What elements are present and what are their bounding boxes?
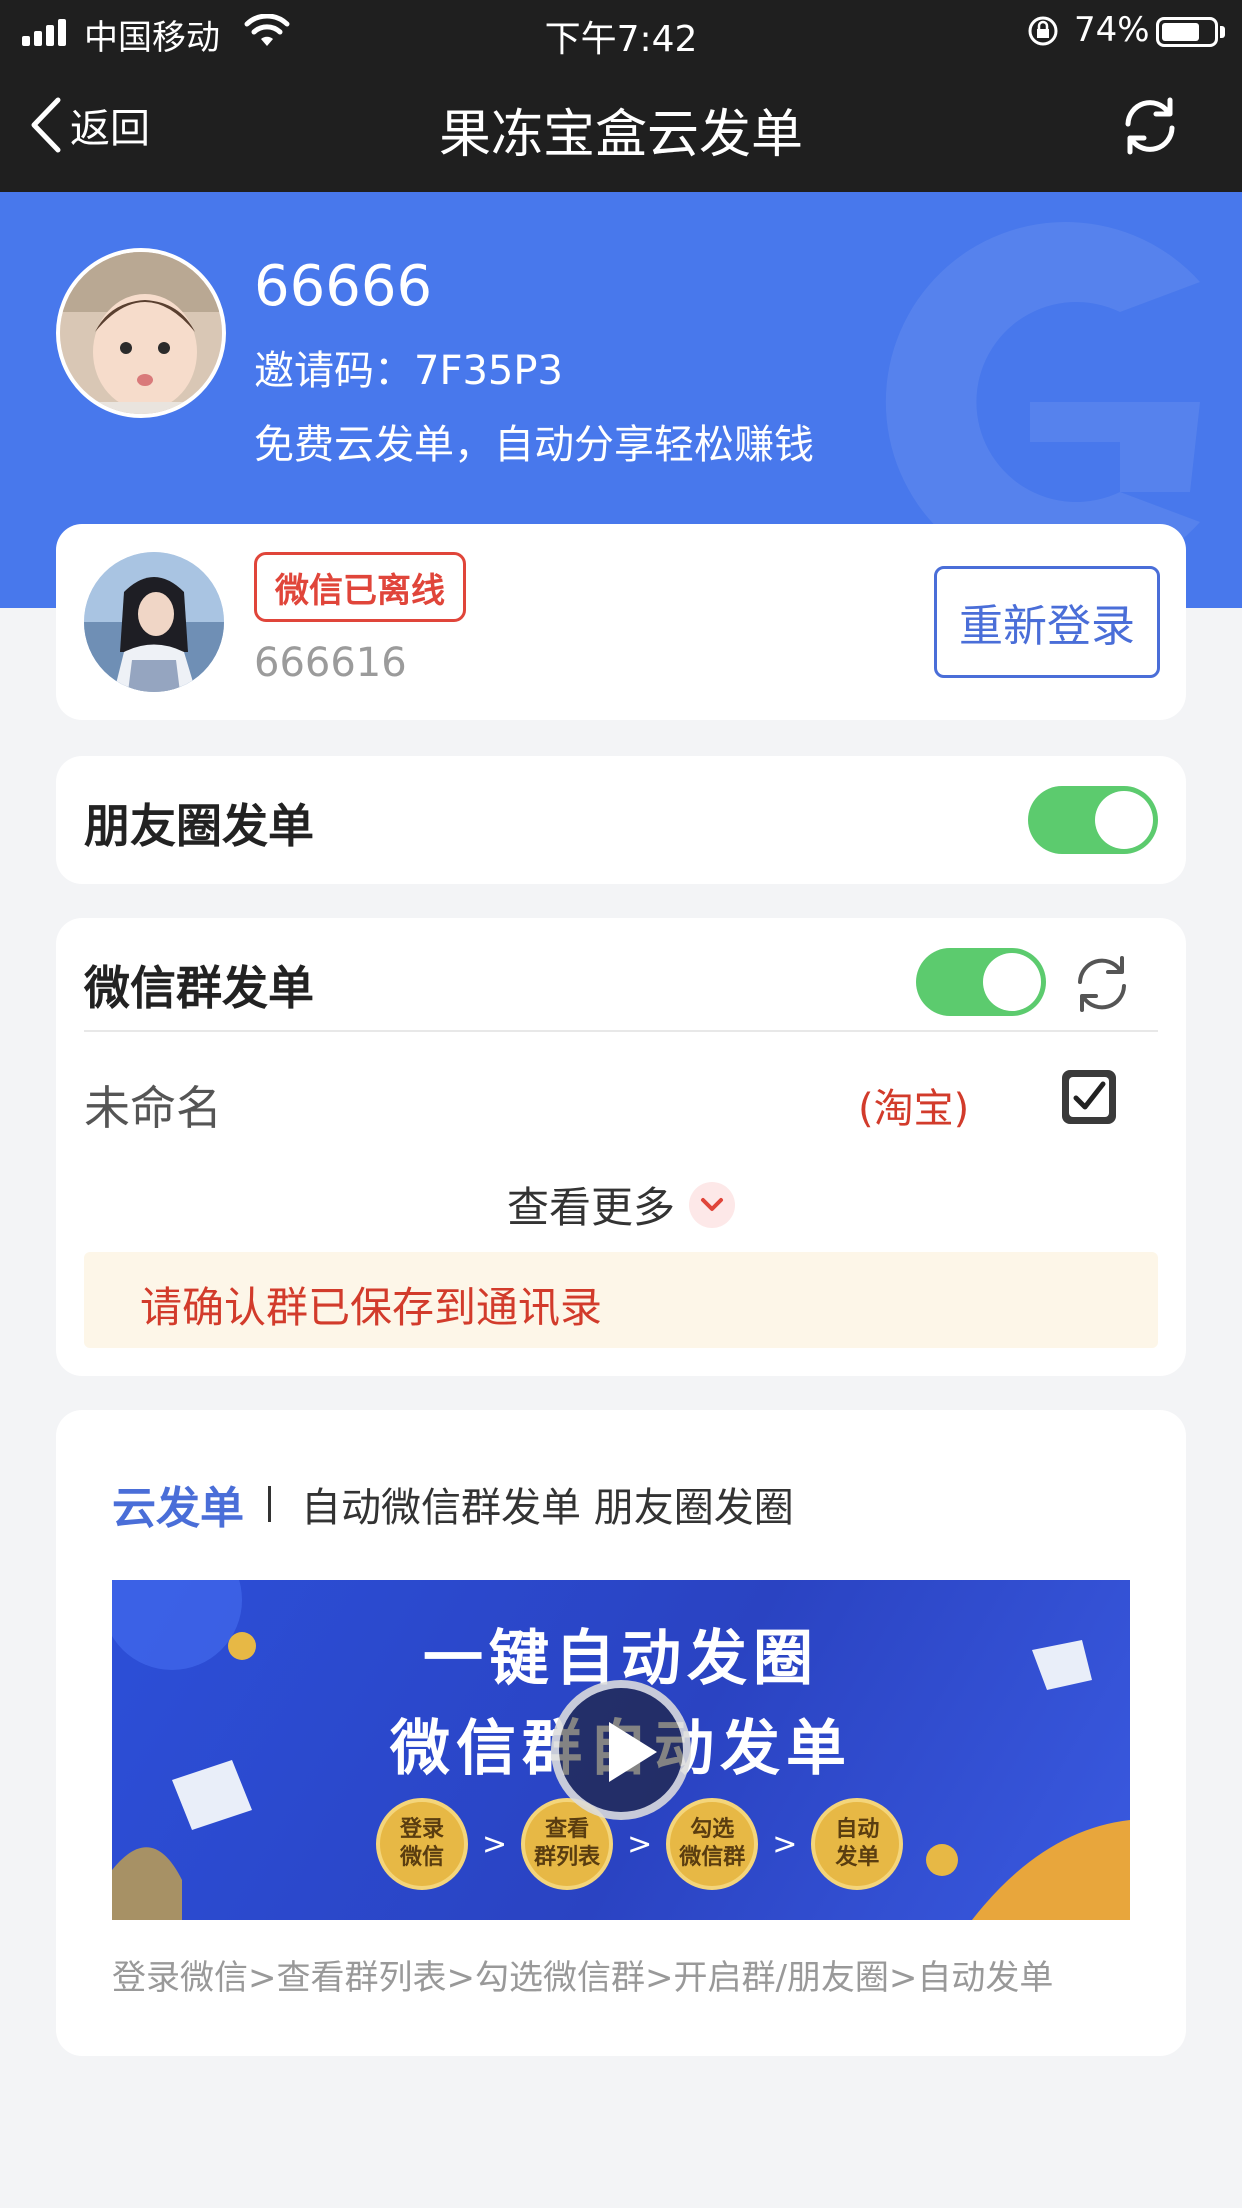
- notice-bar: 请确认群已保存到通讯录: [84, 1252, 1158, 1348]
- intro-brand: 云发单: [112, 1483, 244, 1534]
- user-name: 66666: [254, 254, 433, 319]
- intro-card: 云发单 自动微信群发单 朋友圈发圈 一键自动发圈 微信群自动发单 登录 微信 >…: [56, 1410, 1186, 2056]
- nav-bar: 返回 果冻宝盒云发单: [0, 62, 1242, 192]
- moments-card: 朋友圈发单: [56, 756, 1186, 884]
- orientation-lock-icon: [1028, 16, 1058, 46]
- notice-text: 请确认群已保存到通讯录: [140, 1283, 603, 1332]
- wechat-status-badge: 微信已离线: [254, 552, 466, 622]
- step-coin: 登录 微信: [376, 1798, 468, 1890]
- chevron-down-icon: [689, 1181, 735, 1228]
- profile-slogan: 免费云发单，自动分享轻松赚钱: [254, 422, 814, 468]
- view-more-button[interactable]: 查看更多: [56, 1174, 1186, 1235]
- step-coin: 自动 发单: [811, 1798, 904, 1890]
- wechat-avatar-image: [84, 552, 224, 692]
- group-checkbox[interactable]: [1062, 1070, 1116, 1124]
- moments-toggle[interactable]: [1028, 786, 1158, 854]
- baby-avatar-image: [60, 252, 222, 414]
- group-name: 未命名: [84, 1081, 222, 1135]
- step-arrow: >: [627, 1826, 653, 1862]
- play-icon: [609, 1722, 657, 1782]
- refresh-groups-icon[interactable]: [1070, 952, 1134, 1016]
- intro-video[interactable]: 一键自动发圈 微信群自动发单 登录 微信 > 查看 群列表 > 勾选 微信群 >…: [112, 1580, 1130, 1920]
- wechat-groups-card: 微信群发单 未命名 (淘宝) 查看更多 请确认群已保存到通讯录: [56, 918, 1186, 1376]
- view-more-label: 查看更多: [506, 1183, 675, 1232]
- battery-tip: [1220, 26, 1225, 38]
- groups-toggle[interactable]: [916, 948, 1046, 1016]
- intro-steps-text: 登录微信>查看群列表>勾选微信群>开启群/朋友圈>自动发单: [112, 1958, 1054, 1998]
- wechat-account-id: 666616: [254, 640, 407, 686]
- refresh-icon[interactable]: [1118, 94, 1182, 158]
- page-title: 果冻宝盒云发单: [438, 105, 803, 165]
- toggle-knob: [983, 953, 1041, 1011]
- checkmark-icon: [1069, 1077, 1109, 1117]
- relogin-button[interactable]: 重新登录: [934, 566, 1160, 678]
- intro-header: 云发单 自动微信群发单 朋友圈发圈: [112, 1472, 794, 1536]
- step-arrow: >: [772, 1826, 798, 1862]
- invite-code: 邀请码：7F35P3: [254, 348, 563, 394]
- play-button[interactable]: [551, 1680, 691, 1820]
- battery-percent: 74%: [1074, 10, 1150, 50]
- moments-title: 朋友圈发单: [84, 799, 314, 853]
- step-coin: 勾选 微信群: [666, 1798, 759, 1890]
- step-arrow: >: [482, 1826, 508, 1862]
- battery-fill: [1162, 23, 1199, 41]
- divider: [268, 1486, 271, 1522]
- status-bar: 中国移动 下午7:42 74%: [0, 0, 1242, 62]
- group-platform-tag: (淘宝): [858, 1086, 970, 1132]
- top-bar: 中国移动 下午7:42 74% 返回 果冻宝盒云发单: [0, 0, 1242, 192]
- toggle-knob: [1095, 791, 1153, 849]
- intro-description: 自动微信群发单 朋友圈发圈: [301, 1485, 794, 1531]
- wechat-account-card: 微信已离线 666616 重新登录: [56, 524, 1186, 720]
- groups-title: 微信群发单: [84, 961, 314, 1015]
- wechat-avatar: [84, 552, 224, 692]
- divider: [84, 1030, 1158, 1032]
- battery-icon: [1156, 17, 1218, 47]
- user-avatar[interactable]: [56, 248, 226, 418]
